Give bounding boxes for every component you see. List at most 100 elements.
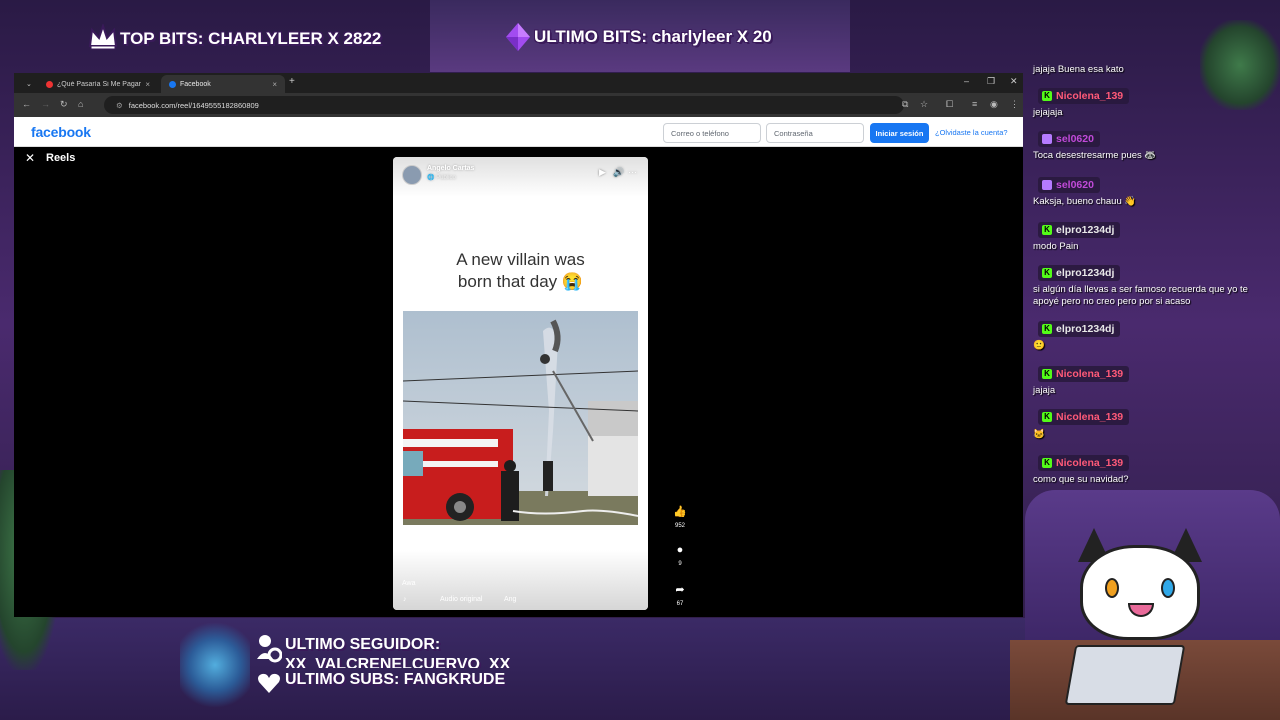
extensions-icon[interactable]: ⧠ (946, 99, 953, 110)
facebook-favicon-icon (169, 80, 176, 88)
audio-icon: ♪ (403, 596, 407, 603)
site-info-icon[interactable]: ⚙ (116, 101, 123, 110)
maximize-icon[interactable]: ❐ (987, 76, 995, 87)
volume-icon[interactable]: 🔊 (613, 167, 624, 178)
chat-message: jajaja (1033, 385, 1056, 396)
avatar[interactable] (402, 165, 422, 185)
reels-title: Reels (46, 152, 76, 164)
password-placeholder: Contraseña (774, 128, 813, 138)
minimize-icon[interactable]: – (964, 76, 969, 86)
ultimo-seguidor-name: XX_VALCRENELCUERVO_XX (285, 656, 511, 668)
chat-message: si algún día llevas a ser famoso recuerd… (1033, 284, 1248, 307)
chat-message: como que su navidad? (1033, 474, 1129, 485)
chat-username[interactable]: K Nicolena_139 (1038, 366, 1130, 382)
username-text: elpro1234dj (1056, 267, 1115, 279)
comment-button[interactable]: ● 9 (665, 544, 695, 567)
browser-window: ⌄ ¿Qué Pasaría Si Me Pagaras lo × Facebo… (14, 73, 1023, 617)
like-count: 952 (674, 523, 685, 529)
menu-icon[interactable]: ⋮ (1010, 99, 1019, 110)
reload-icon[interactable]: ↻ (60, 99, 68, 110)
tab-list-button[interactable]: ⌄ (18, 75, 38, 93)
media-icon[interactable]: ≡ (972, 99, 977, 109)
chat-username[interactable]: sel0620 (1038, 177, 1100, 193)
share-count: 67 (676, 601, 684, 607)
more-options-icon[interactable]: ··· (628, 167, 637, 177)
tab-label: Facebook (180, 80, 211, 88)
close-tab-icon[interactable]: × (145, 80, 150, 89)
password-field[interactable]: Contraseña (766, 123, 864, 143)
install-icon[interactable]: ⧉ (902, 99, 908, 110)
back-icon[interactable]: ← (22, 99, 31, 109)
reel-author[interactable]: Angelo Cartas (427, 165, 474, 172)
audio-label[interactable]: Audio original (440, 596, 482, 603)
forward-icon[interactable]: → (41, 99, 50, 109)
new-tab-icon[interactable]: + (289, 76, 295, 87)
tab-youtube[interactable]: ¿Qué Pasaría Si Me Pagaras lo × (38, 75, 158, 93)
close-tab-icon[interactable]: × (272, 80, 277, 89)
comment-icon: ● (676, 544, 684, 556)
kick-badge-icon: K (1042, 458, 1052, 468)
username-text: Nicolena_139 (1056, 90, 1124, 102)
username-text: sel0620 (1056, 133, 1094, 145)
chat-username[interactable]: K Nicolena_139 (1038, 409, 1130, 425)
follower-icon (257, 635, 282, 663)
chat-username[interactable]: Kelpro1234dj (1038, 222, 1121, 238)
chat-username[interactable]: K Nicolena_139 (1038, 88, 1130, 104)
url-field[interactable]: ⚙ facebook.com/reel/1649555182860809 (104, 96, 904, 114)
url-text: facebook.com/reel/1649555182860809 (128, 100, 259, 110)
username-text: Nicolena_139 (1056, 368, 1124, 380)
ultimo-subs-text: ULTIMO SUBS: FANGKRUDE (285, 671, 506, 688)
kick-badge-icon: K (1042, 324, 1052, 334)
chat-emote: 🙂 (1033, 340, 1045, 351)
lamp-glow (180, 620, 250, 710)
top-bits-text: TOP BITS: CHARLYLEER X 2822 (120, 29, 382, 48)
chat-emote: 🐱 (1033, 429, 1045, 440)
username-text: Nicolena_139 (1056, 457, 1124, 469)
chat-username[interactable]: Kelpro1234dj (1038, 321, 1121, 337)
ultimo-seguidor-label: ULTIMO SEGUIDOR: (285, 636, 441, 653)
chat-message: Toca desestresarme pues 🦝 (1033, 150, 1157, 161)
username-text: elpro1234dj (1056, 323, 1115, 335)
tab-label: ¿Qué Pasaría Si Me Pagaras lo (56, 80, 141, 88)
chat-message: jejajaja (1033, 107, 1063, 118)
caption-line: A new villain was (456, 250, 585, 269)
reel-card[interactable]: Angelo Cartas 🌐 Público ▶ 🔊 ··· A new vi… (393, 157, 648, 610)
like-button[interactable]: 👍 952 (665, 505, 695, 529)
heart-icon (258, 673, 280, 693)
caption-line: born that day 😭 (457, 272, 584, 291)
facebook-logo[interactable]: facebook (31, 124, 91, 140)
crown-icon (88, 24, 118, 50)
play-icon[interactable]: ▶ (599, 167, 606, 178)
home-icon[interactable]: ⌂ (78, 99, 83, 109)
address-bar: ← → ↻ ⌂ ⚙ facebook.com/reel/164955518286… (14, 93, 1023, 117)
close-window-icon[interactable]: ✕ (1010, 76, 1018, 87)
username-text: elpro1234dj (1056, 224, 1115, 236)
reel-caption: A new villain was born that day 😭 (393, 249, 648, 293)
reel-video-frame[interactable] (403, 311, 638, 525)
share-button[interactable]: ➦ 67 (665, 583, 695, 607)
bookmark-star-icon[interactable]: ☆ (920, 99, 928, 110)
chat-username[interactable]: sel0620 (1038, 131, 1100, 147)
twitch-badge-icon (1042, 134, 1052, 144)
tab-bar: ⌄ ¿Qué Pasaría Si Me Pagaras lo × Facebo… (14, 73, 1023, 93)
audio-author[interactable]: Ang (504, 596, 516, 603)
visibility-label: Público (436, 175, 456, 181)
profile-icon[interactable]: ◉ (990, 99, 998, 110)
chat-message: Kaksja, bueno chauu 👋 (1033, 196, 1137, 207)
chat-message: modo Pain (1033, 241, 1079, 252)
forgot-account-link[interactable]: ¿Olvidaste la cuenta? (935, 128, 1008, 137)
close-reels-icon[interactable]: ✕ (25, 151, 35, 165)
kick-badge-icon: K (1042, 412, 1052, 422)
chat-message: jajaja Buena esa kato (1033, 64, 1124, 75)
chat-username[interactable]: Kelpro1234dj (1038, 265, 1121, 281)
ultimo-bits-text: ULTIMO BITS: charlyleer X 20 (534, 27, 772, 46)
tab-facebook[interactable]: Facebook × (161, 75, 285, 93)
email-field[interactable]: Correo o teléfono (663, 123, 761, 143)
twitch-badge-icon (1042, 180, 1052, 190)
username-text: sel0620 (1056, 179, 1094, 191)
kick-badge-icon: K (1042, 268, 1052, 278)
tiktok-favicon-icon (46, 80, 53, 88)
kick-badge-icon: K (1042, 225, 1052, 235)
chat-username[interactable]: K Nicolena_139 (1038, 455, 1130, 471)
login-button[interactable]: Iniciar sesión (870, 123, 929, 143)
